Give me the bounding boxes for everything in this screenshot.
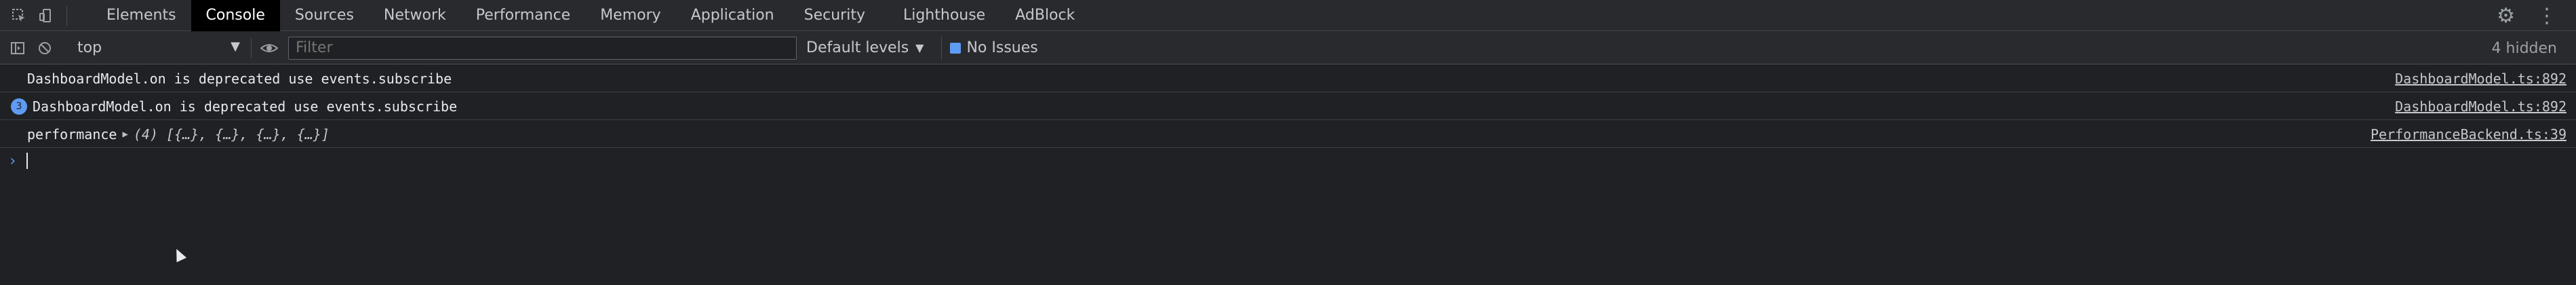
dropdown-arrow-icon: ▼	[915, 41, 924, 54]
tab-application[interactable]: Application	[676, 0, 789, 31]
issues-label: No Issues	[966, 39, 1038, 56]
object-preview[interactable]: (4) [{…}, {…}, {…}, {…}]	[134, 126, 330, 142]
gear-icon[interactable]: ⚙	[2497, 4, 2515, 28]
log-levels-label: Default levels	[806, 39, 909, 56]
toolbar-divider	[66, 5, 67, 26]
device-toggle-icon	[38, 7, 54, 24]
tab-sources[interactable]: Sources	[280, 0, 369, 31]
devtools-tab-bar: Elements Console Sources Network Perform…	[0, 0, 2576, 31]
mouse-cursor-icon	[171, 246, 187, 263]
log-levels-dropdown[interactable]: Default levels ▼	[806, 39, 924, 56]
dropdown-arrow-icon: ▼	[231, 39, 240, 54]
toolbar-divider	[251, 37, 252, 58]
tab-security[interactable]: Security	[789, 0, 880, 31]
repeat-count-badge: 3	[11, 98, 27, 115]
sidebar-toggle-button[interactable]	[4, 35, 31, 62]
clear-console-icon	[37, 40, 53, 56]
tab-network[interactable]: Network	[369, 0, 461, 31]
inspect-icon	[11, 7, 27, 24]
top-right-controls: ⚙ ⋮	[2497, 0, 2576, 31]
tab-lighthouse[interactable]: Lighthouse	[888, 0, 1000, 31]
issues-icon	[950, 42, 962, 54]
tab-adblock[interactable]: AdBlock	[1000, 0, 1090, 31]
console-prompt[interactable]: ›	[0, 151, 2576, 171]
console-message: DashboardModel.on is deprecated use even…	[0, 65, 2576, 92]
expand-arrow-icon[interactable]: ▶	[122, 129, 127, 140]
message-text: DashboardModel.on is deprecated use even…	[33, 98, 458, 115]
console-message: performance ▶ (4) [{…}, {…}, {…}, {…}] P…	[0, 121, 2576, 148]
text-caret	[26, 153, 28, 169]
eye-icon	[260, 41, 278, 55]
message-source-link[interactable]: DashboardModel.ts:892	[2395, 71, 2567, 87]
message-source-link[interactable]: DashboardModel.ts:892	[2395, 98, 2567, 115]
inspect-button[interactable]	[5, 2, 33, 29]
console-message: 3 DashboardModel.on is deprecated use ev…	[0, 93, 2576, 120]
issues-button[interactable]: No Issues	[941, 36, 1038, 60]
context-value: top	[77, 39, 102, 56]
tab-console[interactable]: Console	[191, 0, 280, 31]
tab-memory[interactable]: Memory	[585, 0, 675, 31]
sidebar-toggle-icon	[9, 40, 26, 56]
message-text: DashboardModel.on is deprecated use even…	[27, 70, 452, 87]
prompt-chevron-icon: ›	[8, 152, 18, 170]
tab-performance[interactable]: Performance	[461, 0, 585, 31]
context-selector[interactable]: top ▼	[77, 37, 247, 60]
hidden-count: 4 hidden	[2491, 39, 2557, 57]
live-expression-button[interactable]	[256, 35, 283, 62]
tab-elements[interactable]: Elements	[92, 0, 191, 31]
device-toggle-button[interactable]	[33, 2, 60, 29]
message-label: performance	[27, 126, 117, 142]
message-source-link[interactable]: PerformanceBackend.ts:39	[2371, 126, 2567, 142]
filter-input[interactable]	[288, 36, 797, 60]
console-toolbar: top ▼ Default levels ▼ No Issues	[0, 32, 2576, 64]
kebab-menu-icon[interactable]: ⋮	[2537, 4, 2557, 28]
clear-console-button[interactable]	[31, 35, 58, 62]
panel-tabs: Elements Console Sources Network Perform…	[92, 0, 1090, 31]
